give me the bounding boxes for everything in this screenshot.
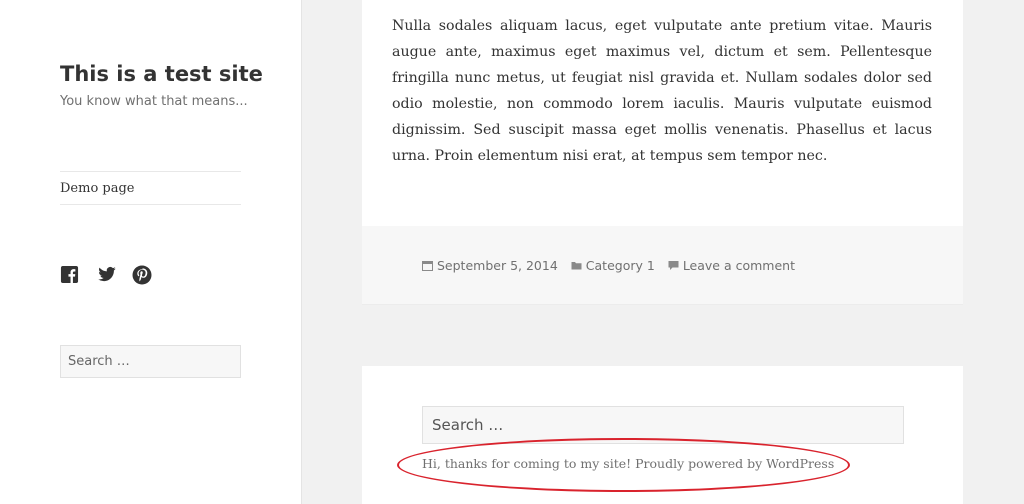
post-category: Category 1	[585, 258, 655, 273]
pinterest-icon[interactable]	[132, 265, 152, 285]
page: This is a test site You know what that m…	[0, 0, 1024, 504]
main-menu: Demo page	[60, 171, 241, 205]
calendar-icon	[422, 260, 433, 271]
post-footer: September 5, 2014 Category 1 Leave a com…	[362, 226, 963, 305]
sidebar-search-input[interactable]	[60, 345, 241, 378]
folder-icon	[571, 260, 582, 271]
leave-comment-link[interactable]: Leave a comment	[668, 258, 795, 273]
leave-comment-text: Leave a comment	[682, 258, 795, 273]
footer-search-input[interactable]	[422, 406, 904, 444]
post-meta: September 5, 2014 Category 1 Leave a com…	[422, 258, 808, 273]
post-body-text: Nulla sodales aliquam lacus, eget vulput…	[392, 18, 932, 164]
comment-icon	[668, 260, 679, 271]
post-date-link[interactable]: September 5, 2014	[422, 258, 558, 273]
footer-credit[interactable]: Hi, thanks for coming to my site! Proudl…	[422, 456, 834, 472]
menu-item-demo-page[interactable]: Demo page	[60, 180, 135, 197]
sidebar: This is a test site You know what that m…	[0, 0, 302, 504]
twitter-icon[interactable]	[97, 265, 117, 285]
post-content: Nulla sodales aliquam lacus, eget vulput…	[362, 0, 963, 226]
site-description: You know what that means...	[60, 94, 248, 109]
post-category-link[interactable]: Category 1	[571, 258, 655, 273]
facebook-icon[interactable]	[60, 265, 80, 285]
site-footer: Hi, thanks for coming to my site! Proudl…	[362, 366, 963, 504]
site-title[interactable]: This is a test site	[60, 60, 263, 88]
post-date: September 5, 2014	[437, 258, 558, 273]
